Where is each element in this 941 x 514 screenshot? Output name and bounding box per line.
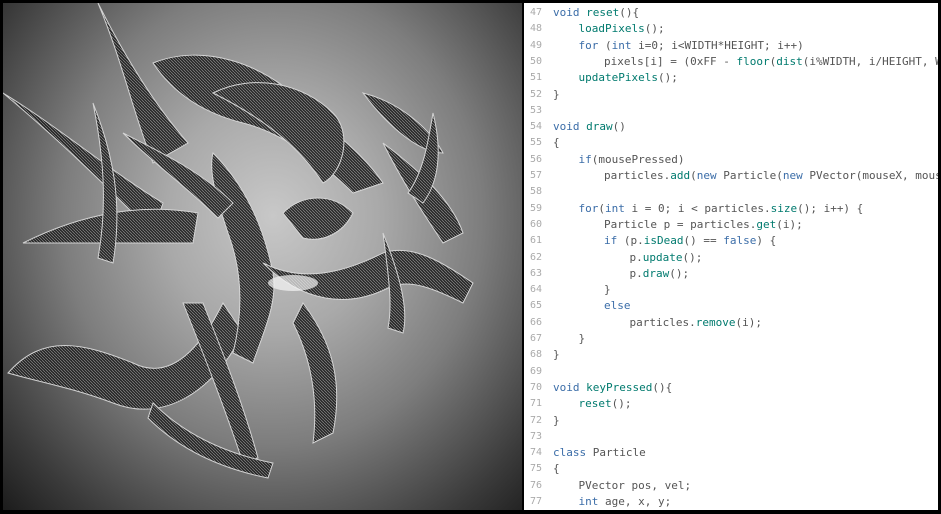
line-number: 54 xyxy=(529,121,542,133)
code-line-68[interactable]: 68} xyxy=(524,347,938,363)
line-number: 57 xyxy=(529,170,542,181)
line-number: 65 xyxy=(529,300,542,312)
code-line-52[interactable]: 52} xyxy=(524,87,938,103)
code-line-56[interactable]: 56 if(mousePressed) xyxy=(524,152,938,168)
line-number: 52 xyxy=(529,88,542,100)
code-line-60[interactable]: 60 Particle p = particles.get(i); xyxy=(524,217,938,233)
code-text: for(int i = 0; i < particles.size(); i++… xyxy=(578,201,864,215)
line-number: 68 xyxy=(529,349,542,361)
screenshot-frame: 47 void reset(){ 48 loadPixels(); 49 for (int… xyxy=(0,0,941,514)
code-line-53[interactable]: 53 xyxy=(524,103,938,119)
line-number: 66 xyxy=(529,316,542,328)
code-text: PVector pos, vel; xyxy=(578,478,692,492)
line-number: 47 xyxy=(529,7,542,18)
line-number: 70 xyxy=(529,381,542,393)
code-text: int age, x, y; xyxy=(578,495,672,508)
line-number: 72 xyxy=(529,414,542,426)
line-number: 62 xyxy=(529,251,542,263)
code-text: updatePixels(); xyxy=(578,71,678,85)
line-number: 49 xyxy=(529,39,542,51)
line-number: 63 xyxy=(529,267,542,279)
code-line-65[interactable]: 65 else xyxy=(524,298,938,314)
code-line-48[interactable]: 48 loadPixels(); xyxy=(524,21,938,37)
code-line-72[interactable]: 72} xyxy=(524,413,938,429)
code-line-57[interactable]: 57 particles.add(new Particle(new PVector… xyxy=(524,168,938,184)
code-line-63[interactable]: 63 p.draw(); xyxy=(524,266,938,282)
line-number: 53 xyxy=(529,104,542,116)
code-line-51[interactable]: 51 updatePixels(); xyxy=(524,70,938,86)
code-line-76[interactable]: 76 PVector pos, vel; xyxy=(524,478,938,494)
code-line-54[interactable]: 54 void draw() xyxy=(524,119,938,135)
line-number: 73 xyxy=(529,430,542,442)
line-number: 59 xyxy=(529,202,542,214)
code-line-77[interactable]: 77 int age, x, y; xyxy=(524,494,938,510)
code-line-61[interactable]: 61 if (p.isDead() == false) { xyxy=(524,233,938,249)
code-line-50[interactable]: 50 pixels[i] = (0xFF - floor(dist(i%WIDTH… xyxy=(524,54,938,70)
code-text: else xyxy=(604,299,631,313)
code-text: if (p.isDead() == false) { xyxy=(604,234,777,248)
code-editor[interactable]: 47 void reset(){ 48 loadPixels(); 49 for (int… xyxy=(524,3,938,510)
code-text: void keyPressed(){ xyxy=(553,380,673,394)
code-text: void reset(){ xyxy=(553,6,640,19)
line-number: 61 xyxy=(529,235,542,247)
code-text: } xyxy=(553,87,560,101)
line-number: 75 xyxy=(529,463,542,475)
code-text: for (int i=0; i<WIDTH*HEIGHT; i++) xyxy=(578,38,804,52)
code-text: } xyxy=(553,348,560,362)
code-line-59[interactable]: 59 for(int i = 0; i < particles.size(); i… xyxy=(524,201,938,217)
code-line-55[interactable]: 55 { xyxy=(524,135,938,151)
line-number: 60 xyxy=(529,218,542,230)
line-number: 58 xyxy=(529,186,542,198)
code-text: particles.remove(i); xyxy=(629,315,762,329)
code-line-70[interactable]: 70 void keyPressed(){ xyxy=(524,380,938,396)
code-line-73[interactable]: 73 xyxy=(524,429,938,445)
code-text: class Particle xyxy=(553,446,646,460)
line-number: 69 xyxy=(529,365,542,377)
code-text: } xyxy=(604,283,611,297)
code-text: } xyxy=(578,332,586,345)
line-number: 77 xyxy=(529,496,542,507)
line-number: 55 xyxy=(529,137,542,149)
code-text: if(mousePressed) xyxy=(578,152,685,166)
code-text: reset(); xyxy=(578,397,632,411)
code-line-74[interactable]: 74 class Particle xyxy=(524,445,938,461)
code-line-64[interactable]: 64} xyxy=(524,282,938,298)
line-number: 67 xyxy=(529,333,542,344)
line-number: 71 xyxy=(529,398,542,410)
code-line-47[interactable]: 47 void reset(){ xyxy=(524,5,938,21)
line-number: 74 xyxy=(529,447,542,459)
line-number: 76 xyxy=(529,479,542,491)
code-line-67[interactable]: 67} xyxy=(524,331,938,347)
code-text: Particle p = particles.get(i); xyxy=(604,217,803,231)
code-text: p.draw(); xyxy=(629,266,690,280)
code-line-75[interactable]: 75 { xyxy=(524,461,938,477)
code-text: void draw() xyxy=(553,120,626,134)
code-text: loadPixels(); xyxy=(578,22,665,36)
code-line-66[interactable]: 66 particles.remove(i); xyxy=(524,315,938,331)
particle-artwork xyxy=(3,3,474,479)
code-line-62[interactable]: 62 p.update(); xyxy=(524,250,938,266)
line-number: 48 xyxy=(529,23,542,35)
line-number: 50 xyxy=(529,55,542,67)
code-text: particles.add(new Particle(new PVector(m… xyxy=(604,169,938,182)
code-line-69[interactable]: 69 xyxy=(524,364,938,380)
sketch-canvas[interactable] xyxy=(3,3,522,510)
code-text: pixels[i] = (0xFF - floor(dist(i%WIDTH, … xyxy=(604,54,938,68)
code-line-71[interactable]: 71 reset(); xyxy=(524,396,938,412)
code-line-49[interactable]: 49 for (int i=0; i<WIDTH*HEIGHT; i++) xyxy=(524,38,938,54)
line-number: 64 xyxy=(529,284,542,296)
code-text: { xyxy=(553,136,560,150)
code-text: { xyxy=(553,462,560,476)
line-number: 56 xyxy=(529,153,542,165)
code-text: } xyxy=(553,413,560,427)
line-number: 51 xyxy=(529,72,542,84)
code-text: p.update(); xyxy=(629,250,703,264)
code-line-58[interactable]: 58 xyxy=(524,184,938,200)
